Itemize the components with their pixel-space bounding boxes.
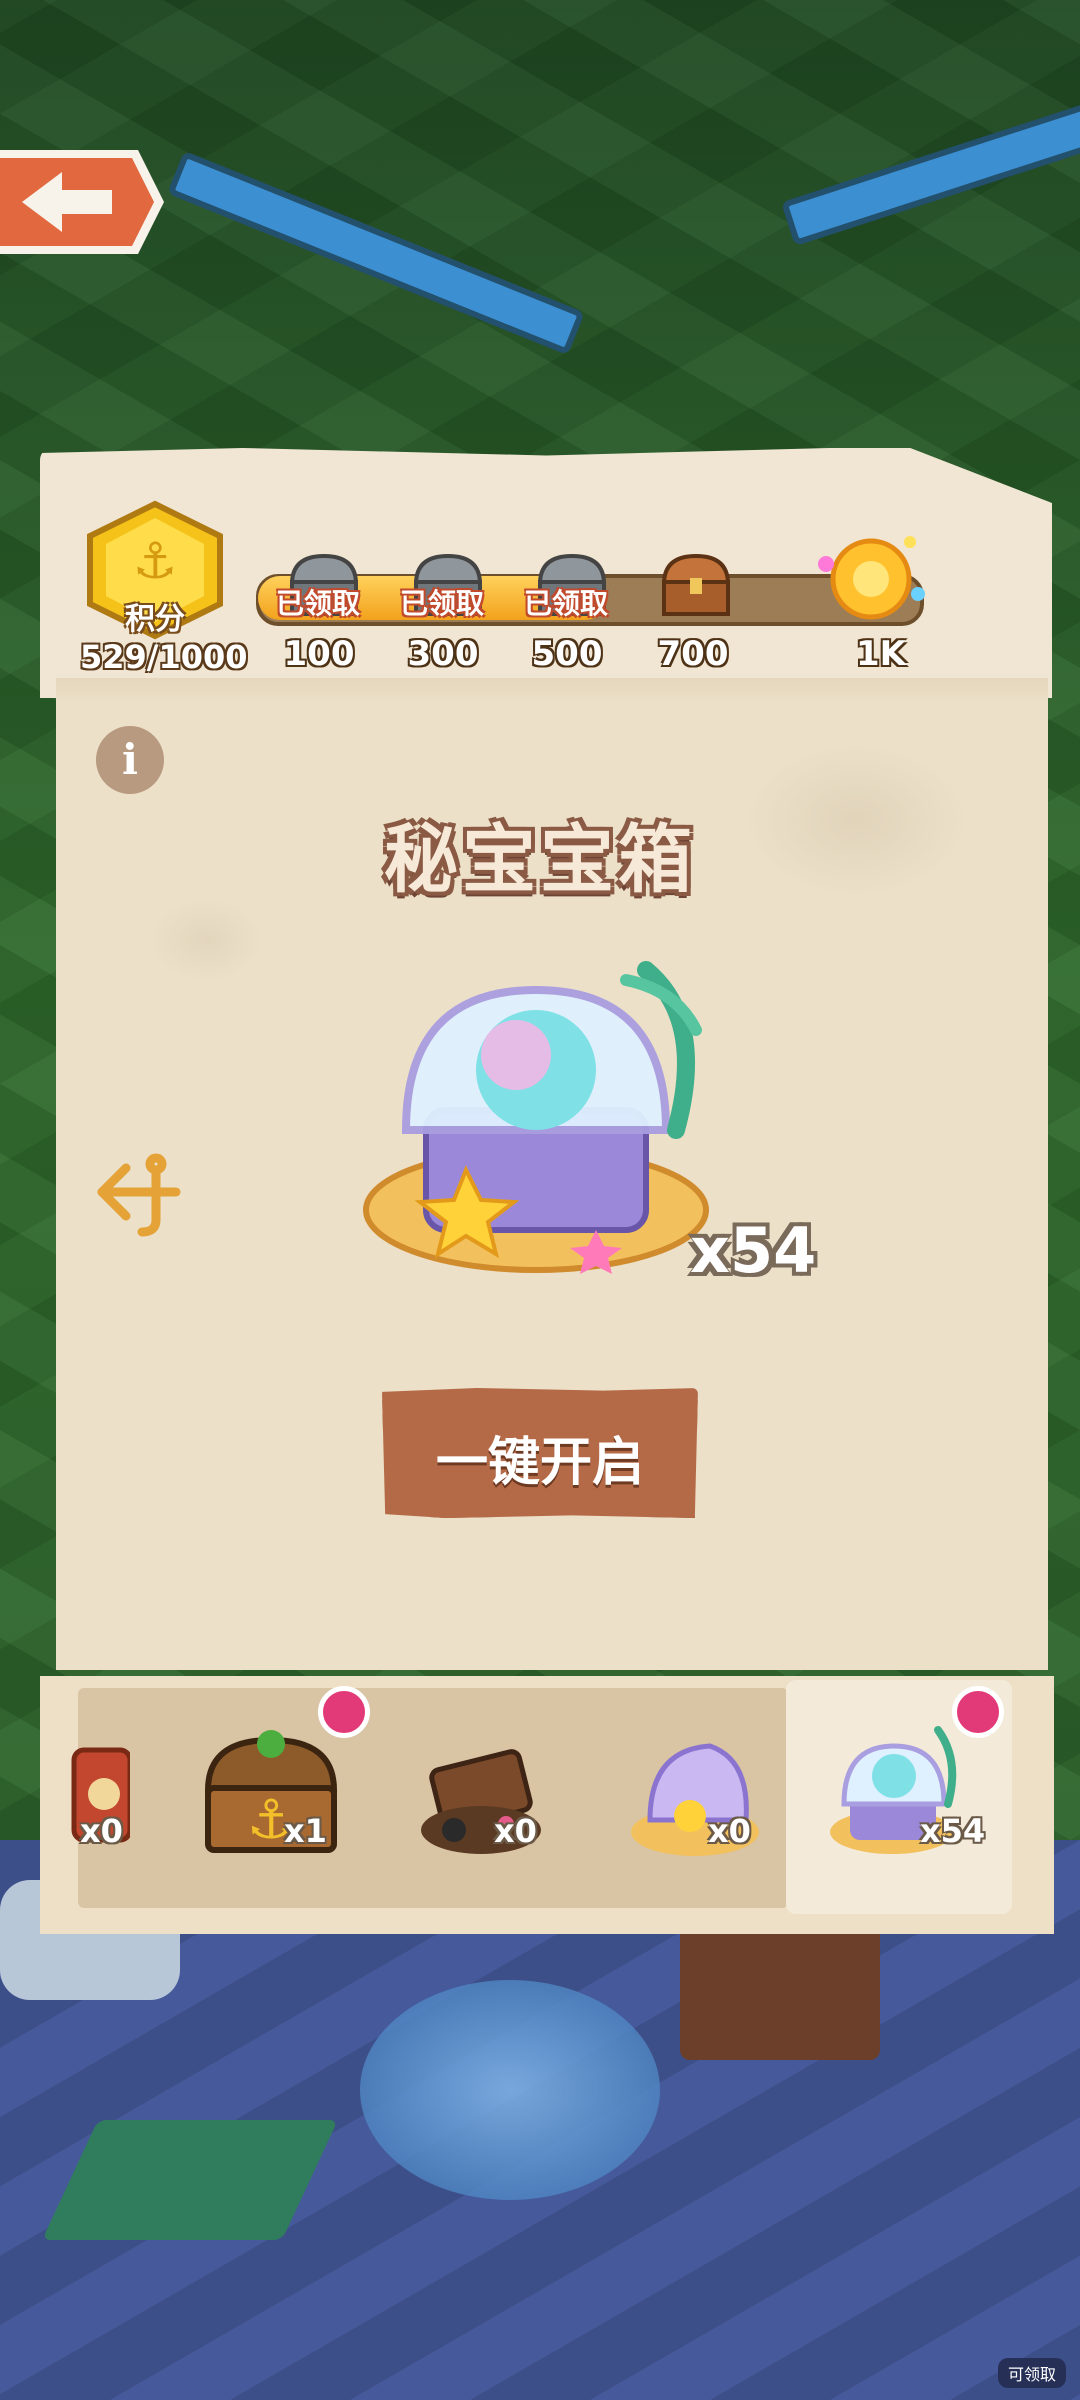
item-count: x54 <box>920 1812 986 1850</box>
back-button[interactable] <box>0 146 166 258</box>
wooden-chest-icon[interactable] <box>656 550 736 620</box>
page-title: 秘宝宝箱 <box>384 817 696 903</box>
notification-dot <box>952 1686 1004 1738</box>
milestone-value: 500 <box>531 634 603 674</box>
claimed-label: 已领取 <box>400 587 485 620</box>
rainbow-chest-icon <box>363 961 709 1274</box>
svg-text:⚓: ⚓ <box>133 532 178 590</box>
garden-tiles <box>42 2120 338 2240</box>
previous-anchor-icon[interactable] <box>96 1150 186 1240</box>
claimable-label[interactable]: 可领取 <box>997 2358 1066 2388</box>
milestone-value: 1K <box>855 634 906 674</box>
milestone-value: 100 <box>283 634 355 674</box>
milestone-value: 700 <box>657 634 729 674</box>
fountain-plaza <box>360 1980 660 2200</box>
points-label: 积分 <box>125 602 185 637</box>
panel-divider <box>56 678 1048 704</box>
notification-dot <box>318 1686 370 1738</box>
claimed-label: 已领取 <box>524 587 609 620</box>
info-button[interactable]: i <box>96 726 164 794</box>
golden-flower-icon[interactable] <box>806 524 936 634</box>
claimed-label: 已领取 <box>276 587 361 620</box>
milestone-value: 300 <box>407 634 479 674</box>
item-count: x0 <box>708 1812 751 1850</box>
points-value: 529/1000 <box>80 638 248 676</box>
back-arrow-icon <box>0 150 164 254</box>
item-count: x0 <box>80 1812 123 1850</box>
item-count: x1 <box>284 1812 327 1850</box>
chest-count: x54 <box>690 1214 817 1287</box>
open-all-label: 一键开启 <box>435 1433 644 1493</box>
item-count: x0 <box>494 1812 537 1850</box>
